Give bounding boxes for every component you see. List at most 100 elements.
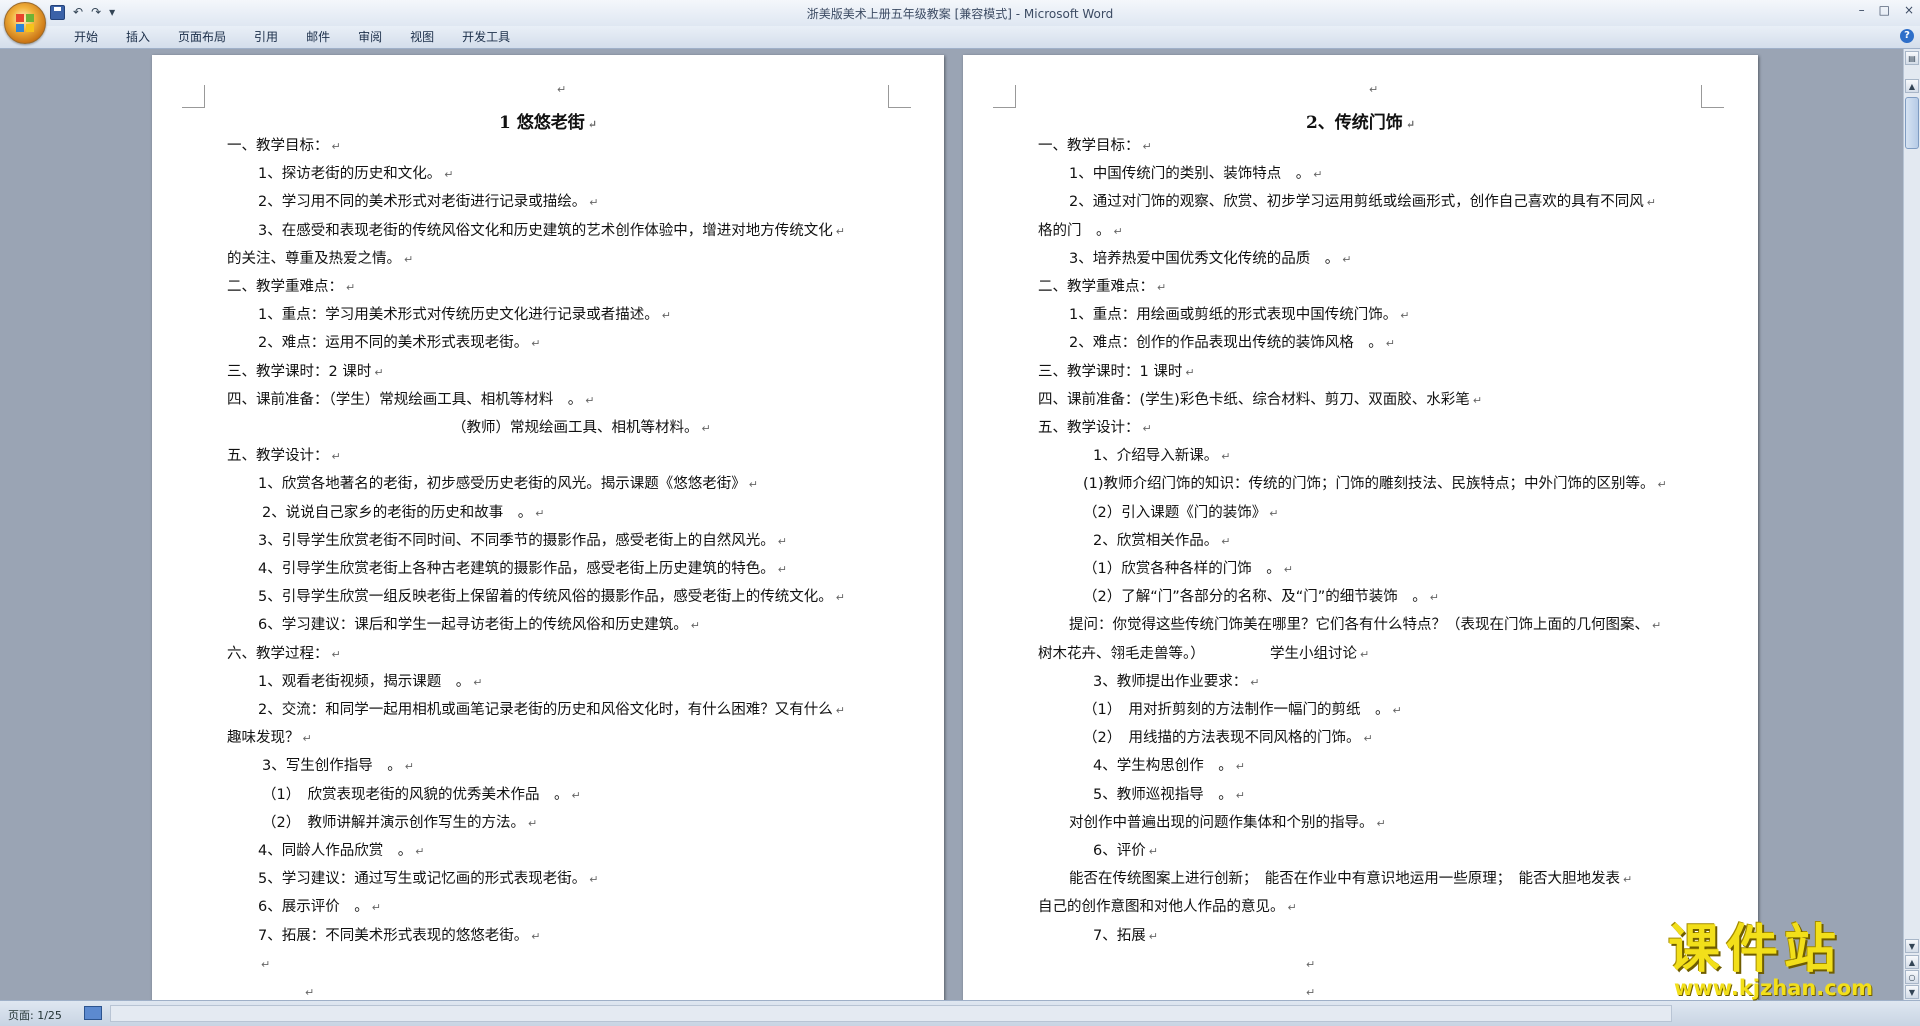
text-line[interactable]: （教师）常规绘画工具、相机等材料。 ↵ <box>452 418 711 439</box>
text-line[interactable]: ↵ <box>1303 982 1315 1000</box>
text-line[interactable]: 3、教师提出作业要求： ↵ <box>1093 672 1259 693</box>
scroll-thumb[interactable] <box>1905 97 1919 149</box>
tab-references[interactable]: 引用 <box>240 29 292 45</box>
text-line[interactable]: 树木花卉、翎毛走兽等。） 学生小组讨论 ↵ <box>1038 644 1369 665</box>
tab-insert[interactable]: 插入 <box>112 29 164 45</box>
paragraph-mark: ↵ <box>1400 309 1410 323</box>
text-line[interactable]: 2、欣赏相关作品。 ↵ <box>1093 531 1230 552</box>
text-line[interactable]: 二、教学重难点： ↵ <box>1038 277 1166 298</box>
page-2-body[interactable]: 2、传统门饰 ↵ 一、教学目标： ↵ 1、中国传统门的类别、装饰特点 。 ↵ 2、通过对门… <box>963 55 1758 1000</box>
text-line[interactable]: 三、教学课时：2 课时 ↵ <box>227 362 384 383</box>
text-line[interactable]: 1、欣赏各地著名的老街，初步感受历史老街的风光。揭示课题《悠悠老街》 ↵ <box>258 474 758 495</box>
text-line[interactable]: ↵ <box>302 982 314 1000</box>
paragraph-mark: ↵ <box>589 196 599 210</box>
text-line[interactable]: 2、说说自己家乡的老街的历史和故事 。 ↵ <box>262 503 544 524</box>
text-line[interactable]: （2） 教师讲解并演示创作写生的方法。 ↵ <box>262 813 537 834</box>
text-line[interactable]: (1)教师介绍门饰的知识：传统的门饰；门饰的雕刻技法、民族特点；中外门饰的区别等… <box>1083 474 1667 495</box>
text-line[interactable]: 1、重点：用绘画或剪纸的形式表现中国传统门饰。 ↵ <box>1069 305 1409 326</box>
text-line[interactable]: 6、展示评价 。 ↵ <box>258 897 381 918</box>
text-line[interactable]: ↵ <box>258 954 270 975</box>
text-line[interactable]: 提问：你觉得这些传统门饰美在哪里？它们各有什么特点？（表现在门饰上面的几何图案、… <box>1069 615 1661 636</box>
text-line[interactable]: 1、重点：学习用美术形式对传统历史文化进行记录或者描述。 ↵ <box>258 305 671 326</box>
text-line[interactable]: （2）了解“门”各部分的名称、及“门”的细节装饰 。 ↵ <box>1083 587 1439 608</box>
text-line[interactable]: 6、学习建议：课后和学生一起寻访老街上的传统风俗和历史建筑。 ↵ <box>258 615 700 636</box>
paragraph-mark: ↵ <box>777 534 787 548</box>
text-line[interactable]: 6、评价 ↵ <box>1093 841 1158 862</box>
text-line[interactable]: 的关注、尊重及热爱之情。 ↵ <box>227 249 413 270</box>
text-line[interactable]: （1） 欣赏表现老街的风貌的优秀美术作品 。 ↵ <box>262 785 581 806</box>
text-line[interactable]: 7、拓展：不同美术形式表现的悠悠老街。 ↵ <box>258 926 540 947</box>
text-line[interactable]: 二、教学重难点： ↵ <box>227 277 355 298</box>
text-line[interactable]: （2） 用线描的方法表现不同风格的门饰。 ↵ <box>1083 728 1373 749</box>
minimize-button[interactable]: – <box>1859 3 1865 17</box>
text-line[interactable]: 自己的创作意图和对他人作品的意见。 ↵ <box>1038 897 1297 918</box>
help-icon[interactable]: ? <box>1900 29 1914 43</box>
vertical-scrollbar[interactable]: ▤ ▲ ▼ ▲ ○ ▼ <box>1903 49 1920 1000</box>
text-line[interactable]: 4、同龄人作品欣赏 。 ↵ <box>258 841 424 862</box>
text-line[interactable]: 1、观看老街视频，揭示课题 。 ↵ <box>258 672 482 693</box>
text-line[interactable]: 2、难点：运用不同的美术形式表现老街。 ↵ <box>258 333 540 354</box>
tab-view[interactable]: 视图 <box>396 29 448 45</box>
document-workspace[interactable]: ↵ 1 悠悠老街 ↵ 一、教学目标： ↵ 1、探访老街的历史和文化。 ↵ 2、学习用不同的… <box>0 49 1904 1000</box>
text-line[interactable]: 能否在传统图案上进行创新； 能否在作业中有意识地运用一些原理； 能否大胆地发表 ↵ <box>1069 869 1632 890</box>
tab-mailings[interactable]: 邮件 <box>292 29 344 45</box>
scroll-down-icon[interactable]: ▼ <box>1905 939 1919 953</box>
text-line[interactable]: （2）引入课题《门的装饰》 ↵ <box>1083 503 1278 524</box>
paragraph-mark: ↵ <box>1148 929 1158 943</box>
text-line[interactable]: 1、中国传统门的类别、装饰特点 。 ↵ <box>1069 164 1322 185</box>
text-line[interactable]: 四、课前准备：(学生)彩色卡纸、综合材料、剪刀、双面胶、水彩笔 ↵ <box>1038 390 1482 411</box>
horizontal-scrollbar[interactable] <box>110 1005 1672 1022</box>
text-line[interactable]: 四、课前准备：（学生）常规绘画工具、相机等材料 。 ↵ <box>227 390 594 411</box>
text-line[interactable]: （1） 用对折剪刻的方法制作一幅门的剪纸 。 ↵ <box>1083 700 1402 721</box>
close-button[interactable]: × <box>1904 3 1914 17</box>
text-line[interactable]: 1、探访老街的历史和文化。 ↵ <box>258 164 453 185</box>
proofing-icon[interactable] <box>84 1006 102 1020</box>
document-page-1[interactable]: ↵ 1 悠悠老街 ↵ 一、教学目标： ↵ 1、探访老街的历史和文化。 ↵ 2、学习用不同的… <box>152 55 944 1000</box>
text-line[interactable]: 5、教师巡视指导 。 ↵ <box>1093 785 1245 806</box>
text-line[interactable]: 4、引导学生欣赏老街上各种古老建筑的摄影作品，感受老街上历史建筑的特色。 ↵ <box>258 559 787 580</box>
text-line[interactable]: 一、教学目标： ↵ <box>227 136 341 157</box>
text-line[interactable]: 7、拓展 ↵ <box>1093 926 1158 947</box>
previous-page-icon[interactable]: ▲ <box>1905 955 1919 969</box>
text-line[interactable]: 对创作中普遍出现的问题作集体和个别的指导。 ↵ <box>1069 813 1386 834</box>
paragraph-mark: ↵ <box>701 422 711 435</box>
office-button[interactable] <box>4 2 46 44</box>
text-line[interactable]: 5、引导学生欣赏一组反映老街上保留着的传统风俗的摄影作品，感受老街上的传统文化。… <box>258 587 845 608</box>
text-line[interactable]: 一、教学目标： ↵ <box>1038 136 1152 157</box>
text-line[interactable]: 六、教学过程： ↵ <box>227 644 341 665</box>
document-page-2[interactable]: ↵ 2、传统门饰 ↵ 一、教学目标： ↵ 1、中国传统门的类别、装饰特点 。 ↵ 2、通过… <box>963 55 1758 1000</box>
scroll-up-icon[interactable]: ▲ <box>1905 79 1919 93</box>
maximize-button[interactable]: □ <box>1879 3 1890 17</box>
tab-developer[interactable]: 开发工具 <box>448 29 524 45</box>
text-line[interactable]: 2、学习用不同的美术形式对老街进行记录或描绘。 ↵ <box>258 192 598 213</box>
tab-review[interactable]: 审阅 <box>344 29 396 45</box>
page-indicator[interactable]: 页面: 1/25 <box>8 1007 62 1023</box>
text-line[interactable]: 2、通过对门饰的观察、欣赏、初步学习运用剪纸或绘画形式，创作自己喜欢的具有不同风… <box>1069 192 1656 213</box>
text-line[interactable]: 5、学习建议：通过写生或记忆画的形式表现老街。 ↵ <box>258 869 598 890</box>
tab-home[interactable]: 开始 <box>60 29 112 45</box>
text-line[interactable]: 2、难点：创作的作品表现出传统的装饰风格 。 ↵ <box>1069 333 1395 354</box>
text-line-content: （教师）常规绘画工具、相机等材料。 <box>452 420 699 436</box>
text-line-content: 3、写生创作指导 。 <box>262 758 402 775</box>
text-line[interactable]: 3、培养热爱中国优秀文化传统的品质 。 ↵ <box>1069 249 1351 270</box>
page-1-body[interactable]: 1 悠悠老街 ↵ 一、教学目标： ↵ 1、探访老街的历史和文化。 ↵ 2、学习用不同的美术… <box>152 55 944 1000</box>
browse-object-icon[interactable]: ○ <box>1905 970 1919 984</box>
text-line[interactable]: 4、学生构思创作 。 ↵ <box>1093 756 1245 777</box>
text-line[interactable]: 三、教学课时：1 课时 ↵ <box>1038 362 1195 383</box>
next-page-icon[interactable]: ▼ <box>1905 985 1919 999</box>
text-line[interactable]: ↵ <box>1303 954 1315 975</box>
tab-page-layout[interactable]: 页面布局 <box>164 29 240 45</box>
text-line[interactable]: 1、介绍导入新课。 ↵ <box>1093 446 1230 467</box>
text-line[interactable]: 趣味发现？ ↵ <box>227 728 312 749</box>
text-line[interactable]: 五、教学设计： ↵ <box>1038 418 1152 439</box>
text-line[interactable]: 3、引导学生欣赏老街不同时间、不同季节的摄影作品，感受老街上的自然风光。 ↵ <box>258 531 787 552</box>
text-line[interactable]: 五、教学设计： ↵ <box>227 446 341 467</box>
text-line-content: （1）欣赏各种各样的门饰 。 <box>1083 561 1281 577</box>
text-line[interactable]: 3、在感受和表现老街的传统风俗文化和历史建筑的艺术创作体验中，增进对地方传统文化… <box>258 221 845 242</box>
paragraph-mark: ↵ <box>589 873 599 887</box>
text-line[interactable]: 格的门 。 ↵ <box>1038 221 1123 242</box>
text-line[interactable]: 3、写生创作指导 。 ↵ <box>262 756 414 777</box>
text-line[interactable]: （1）欣赏各种各样的门饰 。 ↵ <box>1083 559 1293 580</box>
text-line[interactable]: 2、交流：和同学一起用相机或画笔记录老街的历史和风俗文化时，有什么困难？又有什么… <box>258 700 845 721</box>
ruler-toggle-icon[interactable]: ▤ <box>1905 51 1919 65</box>
